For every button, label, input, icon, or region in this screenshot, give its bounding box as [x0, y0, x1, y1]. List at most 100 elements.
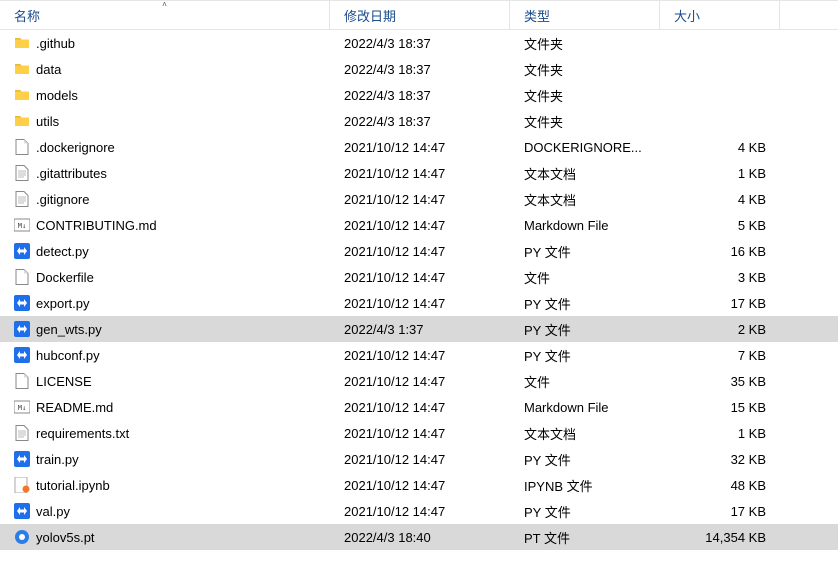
file-name-label: .gitattributes	[36, 166, 107, 181]
file-type-cell: 文件夹	[510, 34, 660, 53]
file-name-label: yolov5s.pt	[36, 530, 95, 545]
txt-icon	[14, 165, 30, 181]
file-row[interactable]: val.py2021/10/12 14:47PY 文件17 KB	[0, 498, 838, 524]
file-size-cell: 14,354 KB	[660, 530, 780, 545]
folder-icon	[14, 113, 30, 129]
md-icon: M↓	[14, 399, 30, 415]
column-header-type[interactable]: 类型	[510, 1, 660, 29]
file-size-cell: 4 KB	[660, 140, 780, 155]
file-row[interactable]: yolov5s.pt2022/4/3 18:40PT 文件14,354 KB	[0, 524, 838, 550]
file-row[interactable]: utils2022/4/3 18:37文件夹	[0, 108, 838, 134]
file-name-label: train.py	[36, 452, 79, 467]
py-icon	[14, 321, 30, 337]
column-header-date-label: 修改日期	[344, 6, 396, 25]
ipynb-icon	[14, 477, 30, 493]
file-type-cell: PY 文件	[510, 450, 660, 469]
file-name-label: gen_wts.py	[36, 322, 102, 337]
file-size-cell: 4 KB	[660, 192, 780, 207]
column-header-date[interactable]: 修改日期	[330, 1, 510, 29]
folder-icon	[14, 61, 30, 77]
file-date-cell: 2021/10/12 14:47	[330, 400, 510, 415]
file-row[interactable]: hubconf.py2021/10/12 14:47PY 文件7 KB	[0, 342, 838, 368]
file-date-cell: 2021/10/12 14:47	[330, 244, 510, 259]
file-type-cell: 文件夹	[510, 86, 660, 105]
file-icon	[14, 139, 30, 155]
file-name-label: requirements.txt	[36, 426, 129, 441]
file-type-cell: PY 文件	[510, 346, 660, 365]
file-name-cell: export.py	[0, 295, 330, 311]
py-icon	[14, 295, 30, 311]
file-date-cell: 2021/10/12 14:47	[330, 426, 510, 441]
file-name-label: README.md	[36, 400, 113, 415]
file-date-cell: 2021/10/12 14:47	[330, 504, 510, 519]
file-row[interactable]: gen_wts.py2022/4/3 1:37PY 文件2 KB	[0, 316, 838, 342]
file-row[interactable]: export.py2021/10/12 14:47PY 文件17 KB	[0, 290, 838, 316]
file-name-cell: train.py	[0, 451, 330, 467]
file-size-cell: 15 KB	[660, 400, 780, 415]
file-name-cell: requirements.txt	[0, 425, 330, 441]
file-name-cell: gen_wts.py	[0, 321, 330, 337]
file-size-cell: 17 KB	[660, 296, 780, 311]
column-header-size-label: 大小	[674, 6, 700, 25]
file-name-label: utils	[36, 114, 59, 129]
file-size-cell: 16 KB	[660, 244, 780, 259]
file-date-cell: 2022/4/3 18:37	[330, 62, 510, 77]
file-name-label: CONTRIBUTING.md	[36, 218, 157, 233]
file-row[interactable]: detect.py 2021/10/12 14:47PY 文件16 KB	[0, 238, 838, 264]
file-type-cell: IPYNB 文件	[510, 476, 660, 495]
file-date-cell: 2022/4/3 18:37	[330, 88, 510, 103]
folder-icon	[14, 87, 30, 103]
svg-text:M↓: M↓	[18, 404, 26, 412]
file-row[interactable]: Dockerfile2021/10/12 14:47文件3 KB	[0, 264, 838, 290]
file-name-label: .dockerignore	[36, 140, 115, 155]
file-name-cell: .dockerignore	[0, 139, 330, 155]
file-row[interactable]: .gitignore2021/10/12 14:47文本文档4 KB	[0, 186, 838, 212]
file-name-label: tutorial.ipynb	[36, 478, 110, 493]
column-header-type-label: 类型	[524, 6, 550, 25]
file-row[interactable]: requirements.txt2021/10/12 14:47文本文档1 KB	[0, 420, 838, 446]
file-type-cell: DOCKERIGNORE...	[510, 140, 660, 155]
file-size-cell: 3 KB	[660, 270, 780, 285]
file-list: .github2022/4/3 18:37文件夹data2022/4/3 18:…	[0, 30, 838, 550]
file-size-cell: 48 KB	[660, 478, 780, 493]
column-header-name-label: 名称	[14, 6, 40, 25]
file-name-cell: tutorial.ipynb	[0, 477, 330, 493]
file-row[interactable]: .gitattributes2021/10/12 14:47文本文档1 KB	[0, 160, 838, 186]
file-type-cell: Markdown File	[510, 400, 660, 415]
file-name-label: .github	[36, 36, 75, 51]
column-header-size[interactable]: 大小	[660, 1, 780, 29]
sort-ascending-icon: ˄	[162, 0, 167, 9]
file-name-label: detect.py	[36, 244, 89, 259]
file-name-label: val.py	[36, 504, 70, 519]
file-row[interactable]: tutorial.ipynb 2021/10/12 14:47IPYNB 文件48…	[0, 472, 838, 498]
file-name-label: models	[36, 88, 78, 103]
file-date-cell: 2022/4/3 1:37	[330, 322, 510, 337]
file-row[interactable]: LICENSE2021/10/12 14:47文件35 KB	[0, 368, 838, 394]
file-size-cell: 5 KB	[660, 218, 780, 233]
file-name-cell: models	[0, 87, 330, 103]
file-name-label: data	[36, 62, 61, 77]
file-date-cell: 2021/10/12 14:47	[330, 348, 510, 363]
file-row[interactable]: M↓ README.md 2021/10/12 14:47Markdown File…	[0, 394, 838, 420]
file-date-cell: 2021/10/12 14:47	[330, 166, 510, 181]
file-date-cell: 2021/10/12 14:47	[330, 478, 510, 493]
file-name-cell: utils	[0, 113, 330, 129]
file-date-cell: 2022/4/3 18:40	[330, 530, 510, 545]
file-name-label: Dockerfile	[36, 270, 94, 285]
file-size-cell: 1 KB	[660, 426, 780, 441]
file-name-cell: detect.py	[0, 243, 330, 259]
file-type-cell: PY 文件	[510, 242, 660, 261]
file-type-cell: 文件夹	[510, 60, 660, 79]
py-icon	[14, 451, 30, 467]
file-row[interactable]: models 2022/4/3 18:37文件夹	[0, 82, 838, 108]
file-date-cell: 2021/10/12 14:47	[330, 192, 510, 207]
file-size-cell: 17 KB	[660, 504, 780, 519]
file-row[interactable]: data 2022/4/3 18:37文件夹	[0, 56, 838, 82]
column-header-name[interactable]: 名称 ˄	[0, 1, 330, 29]
file-name-cell: .github	[0, 35, 330, 51]
file-row[interactable]: train.py2021/10/12 14:47PY 文件32 KB	[0, 446, 838, 472]
file-row[interactable]: .dockerignore2021/10/12 14:47DOCKERIGNOR…	[0, 134, 838, 160]
file-name-cell: hubconf.py	[0, 347, 330, 363]
file-row[interactable]: M↓CONTRIBUTING.md2021/10/12 14:47Markdow…	[0, 212, 838, 238]
file-row[interactable]: .github2022/4/3 18:37文件夹	[0, 30, 838, 56]
